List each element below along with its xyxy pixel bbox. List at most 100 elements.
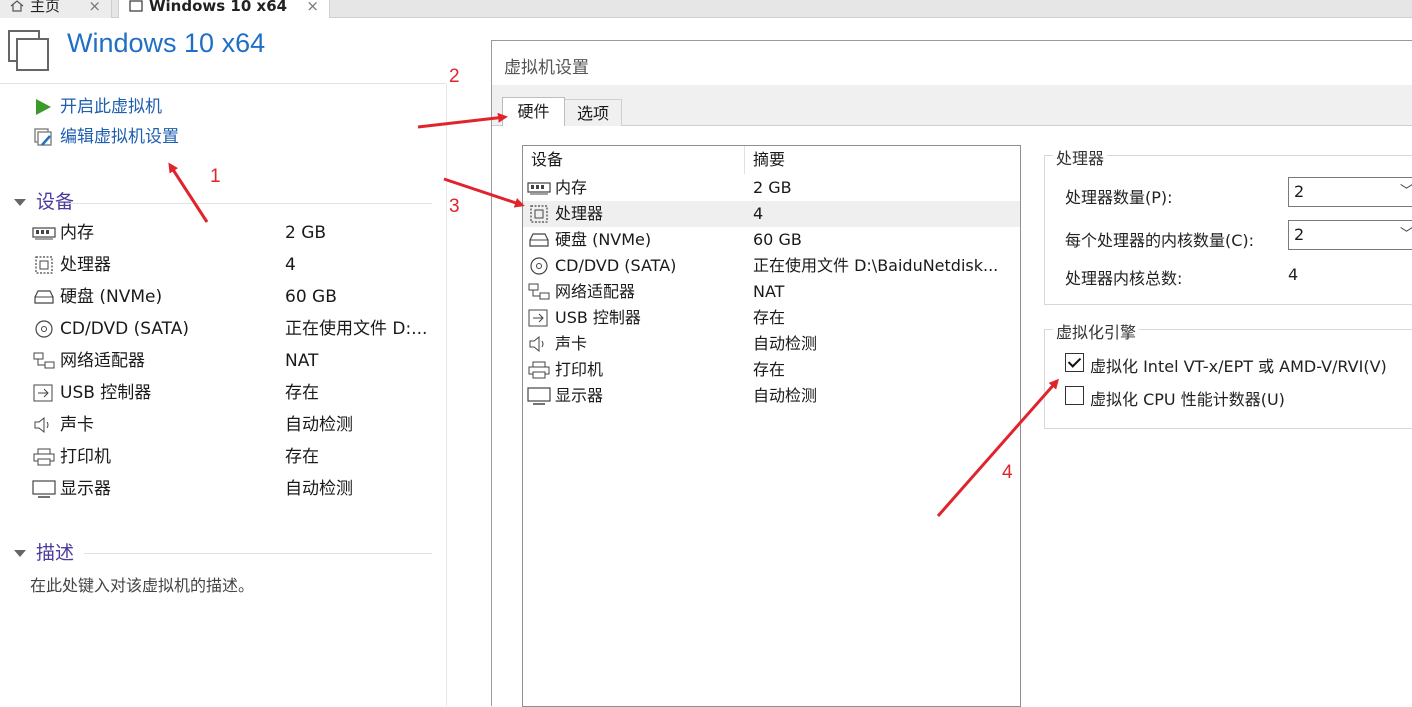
tab-home[interactable]: 主页 × — [0, 0, 112, 18]
device-row[interactable]: USB 控制器 存在 — [32, 380, 442, 406]
device-list-name: 硬盘 (NVMe) — [555, 230, 652, 249]
device-row[interactable]: 硬盘 (NVMe) 60 GB — [32, 284, 442, 310]
disk-icon — [32, 288, 56, 306]
device-list-row-selected[interactable]: 处理器 4 — [523, 201, 1020, 227]
printer-icon — [527, 361, 551, 379]
annotation-arrow-1 — [168, 162, 209, 223]
display-icon — [32, 480, 56, 498]
device-value: 自动检测 — [285, 415, 353, 435]
cores-per-processor-select[interactable]: 2 ﹀ — [1288, 220, 1412, 250]
description-divider — [84, 553, 432, 554]
processor-group: 处理器 处理器数量(P): 2 ﹀ 每个处理器的内核数量(C): 2 ﹀ 处理器… — [1044, 145, 1412, 305]
device-name: 网络适配器 — [60, 351, 145, 371]
device-list-name: 打印机 — [555, 360, 604, 379]
usb-icon — [32, 384, 56, 402]
device-list-name: 网络适配器 — [555, 282, 636, 301]
cd-icon — [527, 257, 551, 275]
device-value: 存在 — [285, 383, 319, 403]
device-value: NAT — [285, 351, 319, 371]
device-row[interactable]: 处理器 4 — [32, 252, 442, 278]
header-divider — [0, 83, 446, 84]
device-list-summary: NAT — [753, 282, 785, 301]
collapse-icon — [14, 550, 26, 557]
tab-hardware[interactable]: 硬件 — [502, 97, 565, 126]
column-header-device[interactable]: 设备 — [523, 146, 745, 174]
vm-icon — [129, 0, 143, 12]
virtualization-group-title: 虚拟化引擎 — [1053, 319, 1140, 343]
device-list-name: 显示器 — [555, 386, 604, 405]
column-header-summary[interactable]: 摘要 — [753, 146, 785, 174]
device-list-row[interactable]: 网络适配器 NAT — [523, 279, 1020, 305]
device-list-row[interactable]: CD/DVD (SATA) 正在使用文件 D:\BaiduNetdisk... — [523, 253, 1020, 279]
device-row[interactable]: 网络适配器 NAT — [32, 348, 442, 374]
sound-icon — [32, 416, 56, 434]
device-list-row[interactable]: USB 控制器 存在 — [523, 305, 1020, 331]
device-name: CD/DVD (SATA) — [60, 319, 189, 339]
device-row[interactable]: 内存 2 GB — [32, 220, 442, 246]
device-row[interactable]: CD/DVD (SATA) 正在使用文件 D:... — [32, 316, 442, 342]
tab-options[interactable]: 选项 — [564, 99, 622, 126]
device-value: 2 GB — [285, 223, 327, 243]
close-icon[interactable]: × — [306, 0, 319, 18]
device-list-name: CD/DVD (SATA) — [555, 256, 677, 275]
cpu-perf-counter-label[interactable]: 虚拟化 CPU 性能计数器(U) — [1090, 386, 1285, 410]
device-list-row[interactable]: 内存 2 GB — [523, 175, 1020, 201]
vtx-label[interactable]: 虚拟化 Intel VT-x/EPT 或 AMD-V/RVI(V) — [1090, 353, 1387, 377]
device-list-name: 处理器 — [555, 204, 604, 223]
network-icon — [32, 352, 56, 370]
tab-vm[interactable]: Windows 10 x64 × — [118, 0, 330, 18]
collapse-icon — [14, 199, 26, 206]
tab-strip: 主页 × Windows 10 x64 × — [0, 0, 1412, 18]
device-row[interactable]: 声卡 自动检测 — [32, 412, 442, 438]
processor-count-value: 2 — [1294, 182, 1305, 201]
edit-settings-label: 编辑虚拟机设置 — [60, 127, 179, 147]
vm-title: Windows 10 x64 — [67, 28, 266, 58]
processor-count-label: 处理器数量(P): — [1065, 188, 1173, 207]
devices-section-header[interactable]: 设备 — [14, 190, 74, 214]
device-list-row[interactable]: 打印机 存在 — [523, 357, 1020, 383]
device-list-summary: 存在 — [753, 360, 786, 379]
total-cores-value: 4 — [1288, 265, 1299, 284]
device-value: 正在使用文件 D:... — [285, 319, 428, 339]
cpu-icon — [527, 205, 551, 223]
power-on-link[interactable]: 开启此虚拟机 — [34, 95, 162, 119]
close-icon[interactable]: × — [88, 0, 101, 18]
device-list-name: 声卡 — [555, 334, 588, 353]
device-list-row[interactable]: 声卡 自动检测 — [523, 331, 1020, 357]
chevron-down-icon: ﹀ — [1399, 227, 1412, 242]
vtx-checkbox[interactable] — [1065, 353, 1084, 372]
edit-settings-link[interactable]: 编辑虚拟机设置 — [34, 125, 179, 149]
device-list-name: 内存 — [555, 178, 588, 197]
device-list: 设备 摘要 内存 2 GB 处理器 4 硬盘 (NVMe) 60 GB CD/DVD (SA… — [522, 145, 1021, 707]
description-placeholder[interactable]: 在此处键入对该虚拟机的描述。 — [30, 572, 254, 596]
memory-icon — [527, 179, 551, 197]
edit-settings-icon — [34, 128, 52, 146]
device-row[interactable]: 打印机 存在 — [32, 444, 442, 470]
device-value: 存在 — [285, 447, 319, 467]
play-icon — [36, 99, 51, 115]
cores-per-processor-label: 每个处理器的内核数量(C): — [1065, 231, 1255, 250]
cpu-perf-counter-checkbox[interactable] — [1065, 386, 1084, 405]
processor-count-select[interactable]: 2 ﹀ — [1288, 177, 1412, 207]
device-list-summary: 自动检测 — [753, 386, 818, 405]
power-on-label: 开启此虚拟机 — [60, 97, 162, 117]
sound-icon — [527, 335, 551, 353]
description-section-header[interactable]: 描述 — [14, 541, 74, 565]
device-name: 内存 — [60, 223, 94, 243]
cd-icon — [32, 320, 56, 338]
annotation-4: 4 — [1002, 462, 1013, 483]
device-row[interactable]: 显示器 自动检测 — [32, 476, 442, 502]
device-list-summary: 60 GB — [753, 230, 802, 249]
device-name: 处理器 — [60, 255, 111, 275]
tab-home-label: 主页 — [30, 0, 61, 15]
device-list-summary: 自动检测 — [753, 334, 818, 353]
printer-icon — [32, 448, 56, 466]
device-list-row[interactable]: 硬盘 (NVMe) 60 GB — [523, 227, 1020, 253]
dialog-titlebar: 虚拟机设置 — [492, 41, 1412, 85]
cpu-icon — [32, 256, 56, 274]
devices-divider — [66, 203, 432, 204]
device-list-row[interactable]: 显示器 自动检测 — [523, 383, 1020, 409]
pane-divider — [446, 84, 447, 706]
device-value: 60 GB — [285, 287, 337, 307]
home-icon — [10, 0, 24, 12]
